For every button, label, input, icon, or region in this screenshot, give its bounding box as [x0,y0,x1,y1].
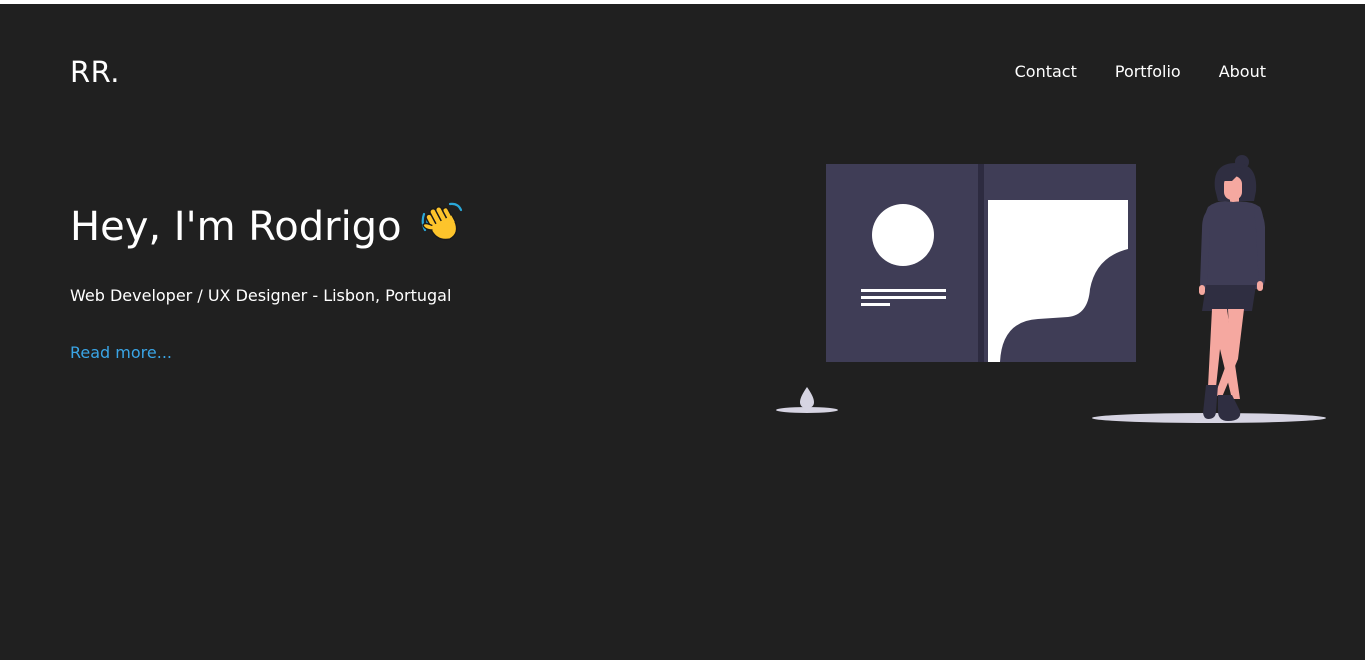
hero-subtitle: Web Developer / UX Designer - Lisbon, Po… [70,286,452,305]
hero-title: Hey, I'm Rodrigo [70,200,464,256]
read-more-link[interactable]: Read more... [70,343,172,363]
nav-link-contact[interactable]: Contact [1015,62,1077,82]
nav-link-about[interactable]: About [1219,62,1266,82]
hero-title-text: Hey, I'm Rodrigo [70,204,402,250]
person-with-portfolio-board-illustration [776,155,1326,423]
main-nav: Contact Portfolio About [1015,62,1266,82]
waving-hand-icon [420,200,464,256]
page: RR. Contact Portfolio About Hey, I'm Rod… [0,4,1365,660]
person-figure [1199,155,1265,421]
nav-link-portfolio[interactable]: Portfolio [1115,62,1181,82]
site-logo[interactable]: RR. [70,54,120,90]
